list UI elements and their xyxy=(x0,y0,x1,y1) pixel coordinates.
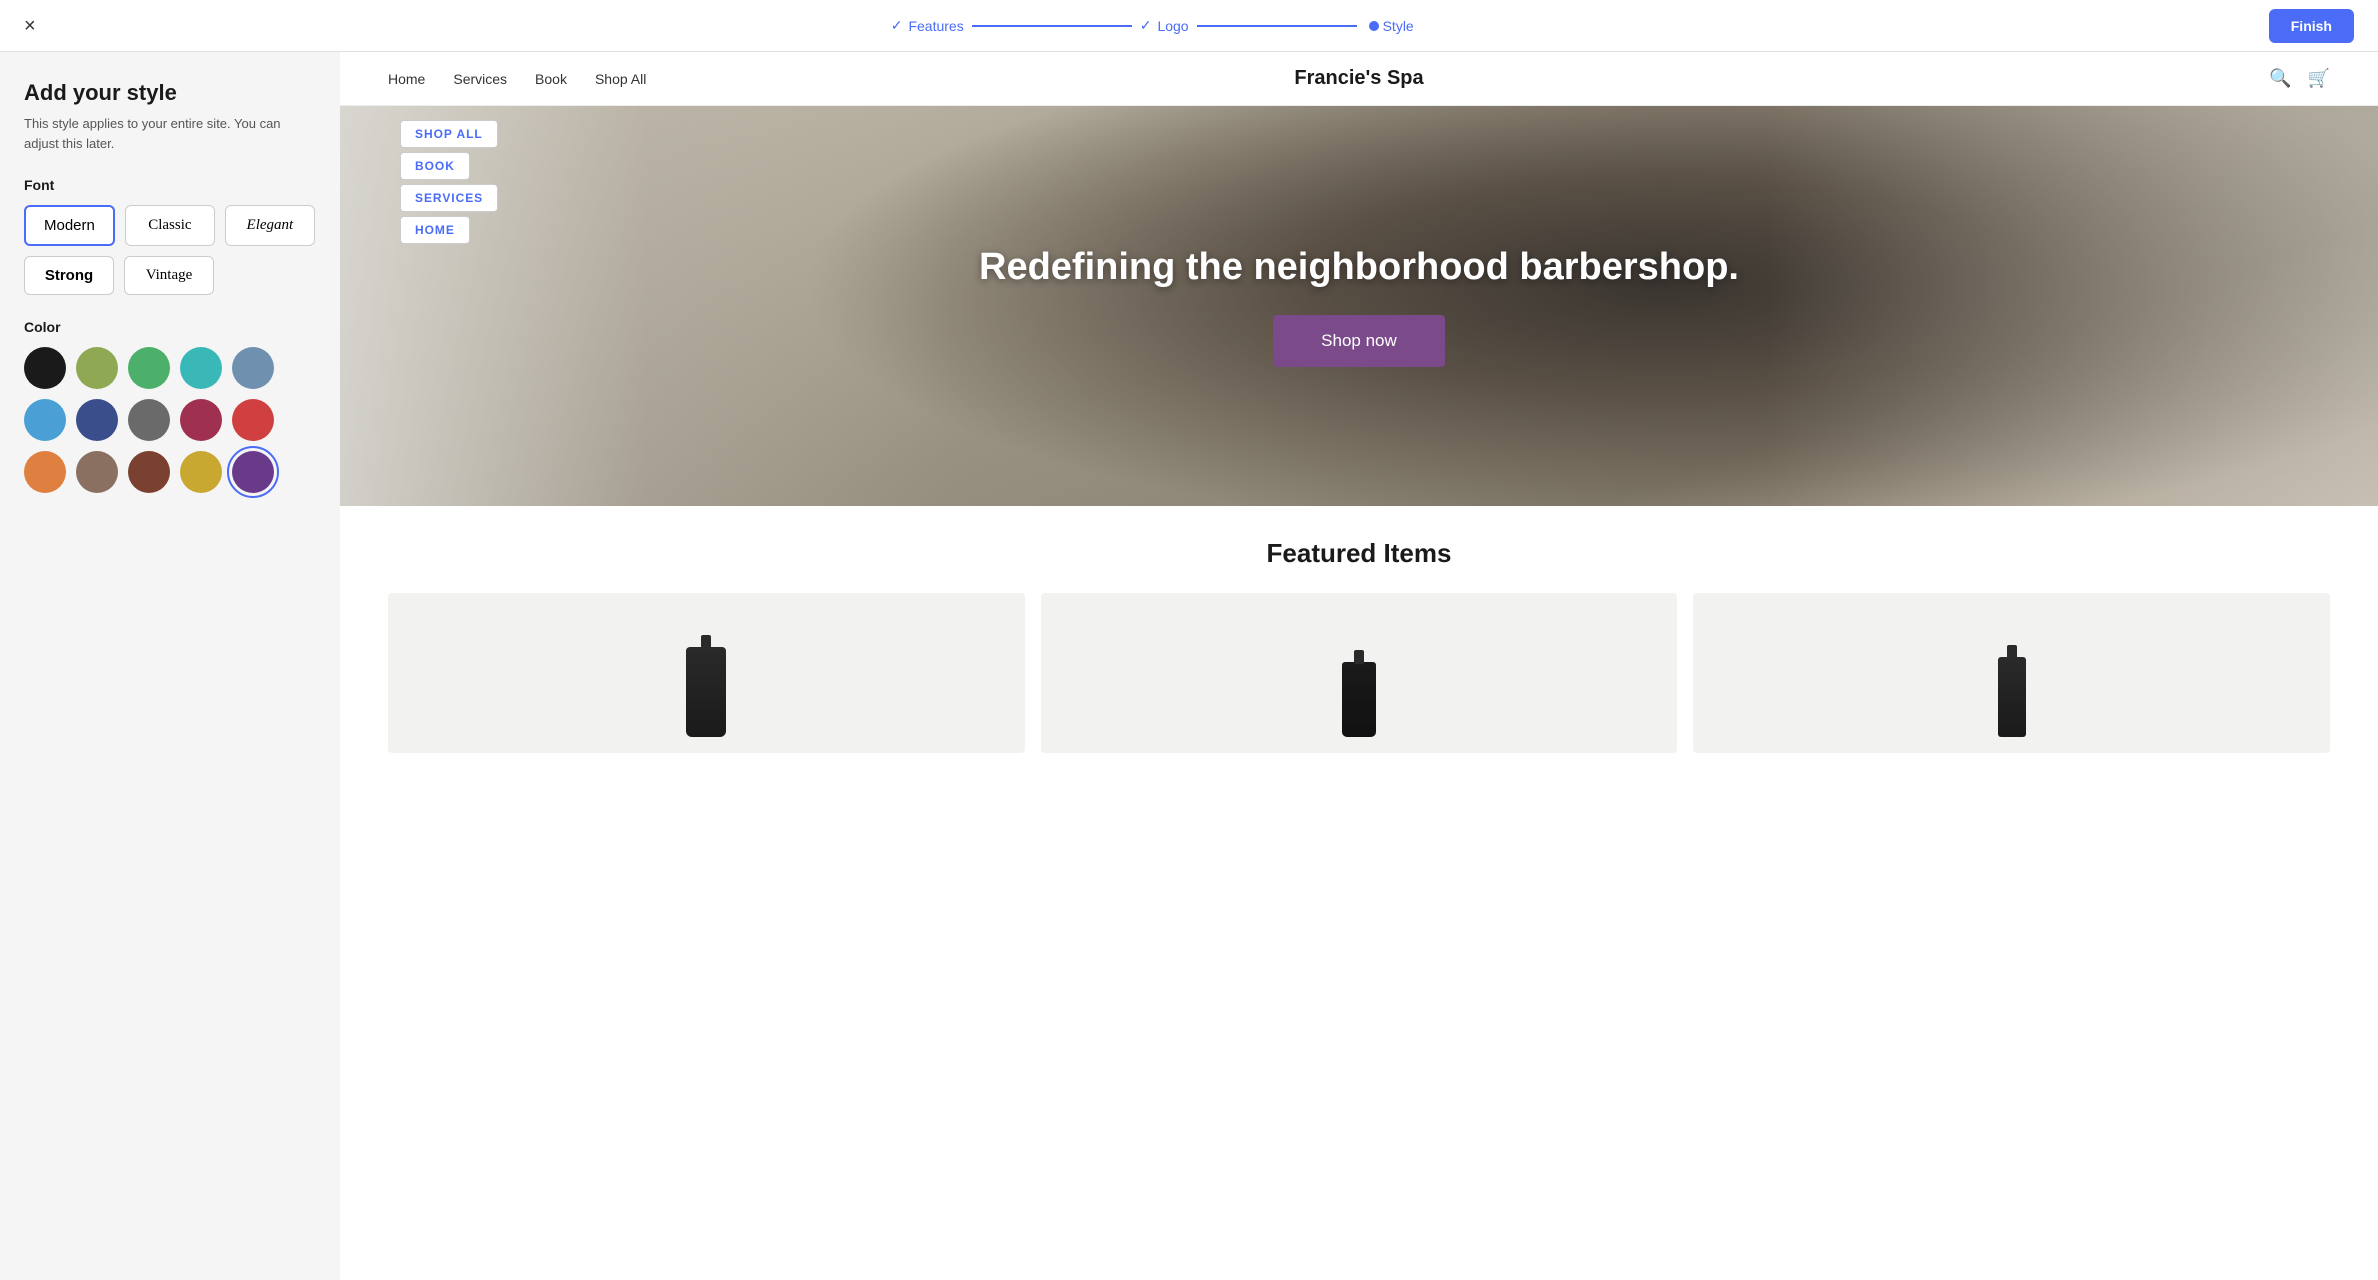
close-button[interactable]: × xyxy=(24,16,36,36)
color-swatch-orange[interactable] xyxy=(24,451,66,493)
font-btn-classic[interactable]: Classic xyxy=(125,205,215,246)
color-swatch-brown[interactable] xyxy=(128,451,170,493)
site-logo: Francie's Spa xyxy=(1294,67,1423,90)
font-btn-modern[interactable]: Modern xyxy=(24,205,115,246)
site-nav: Home Services Book Shop All Francie's Sp… xyxy=(340,52,2378,106)
featured-title: Featured Items xyxy=(388,538,2330,569)
hero-content: Redefining the neighborhood barbershop. … xyxy=(979,245,1739,367)
panel-title: Add your style xyxy=(24,80,316,106)
step-style-label: Style xyxy=(1383,18,1414,34)
color-swatch-teal[interactable] xyxy=(180,347,222,389)
step-style-dot xyxy=(1369,21,1379,31)
progress-line-2 xyxy=(1197,25,1357,27)
nav-dropdown-book[interactable]: BOOK xyxy=(400,152,470,180)
product-card-2[interactable] xyxy=(1041,593,1678,753)
step-features-label: Features xyxy=(908,18,963,34)
color-swatch-red[interactable] xyxy=(232,399,274,441)
nav-link-book[interactable]: Book xyxy=(535,71,567,87)
color-section-label: Color xyxy=(24,319,316,335)
product-card-3[interactable] xyxy=(1693,593,2330,753)
color-grid xyxy=(24,347,316,493)
site-nav-icons: 🔍 🛒 xyxy=(2269,68,2330,89)
nav-link-shop-all[interactable]: Shop All xyxy=(595,71,646,87)
check-logo-icon: ✓ xyxy=(1140,17,1152,34)
cart-icon[interactable]: 🛒 xyxy=(2308,68,2330,89)
font-grid: Modern Classic Elegant Strong Vintage xyxy=(24,205,316,295)
finish-button[interactable]: Finish xyxy=(2269,9,2354,43)
progress-line-1 xyxy=(972,25,1132,27)
step-logo: ✓ Logo xyxy=(1140,17,1189,34)
color-swatch-blue-gray[interactable] xyxy=(232,347,274,389)
color-swatch-olive-green[interactable] xyxy=(76,347,118,389)
color-swatch-purple[interactable] xyxy=(232,451,274,493)
color-swatch-navy[interactable] xyxy=(76,399,118,441)
panel-description: This style applies to your entire site. … xyxy=(24,114,316,153)
product-card-1[interactable] xyxy=(388,593,1025,753)
search-icon[interactable]: 🔍 xyxy=(2269,68,2291,89)
nav-link-home[interactable]: Home xyxy=(388,71,425,87)
font-btn-strong[interactable]: Strong xyxy=(24,256,114,295)
font-btn-vintage[interactable]: Vintage xyxy=(124,256,214,295)
step-logo-label: Logo xyxy=(1157,18,1188,34)
color-swatch-gold[interactable] xyxy=(180,451,222,493)
font-btn-elegant[interactable]: Elegant xyxy=(225,205,315,246)
nav-dropdown-home[interactable]: HOME xyxy=(400,216,470,244)
color-swatch-taupe[interactable] xyxy=(76,451,118,493)
right-preview: SHOP ALL BOOK SERVICES HOME Home Service… xyxy=(340,52,2378,1280)
progress-bar: ✓ Features ✓ Logo Style xyxy=(891,17,1414,34)
product-bottle-2 xyxy=(1342,662,1376,737)
left-panel: Add your style This style applies to you… xyxy=(0,52,340,1280)
site-nav-links: Home Services Book Shop All xyxy=(388,71,646,87)
check-features-icon: ✓ xyxy=(891,17,903,34)
product-bottle-1 xyxy=(686,647,726,737)
shop-now-button[interactable]: Shop now xyxy=(1273,315,1445,367)
color-swatch-dark-red[interactable] xyxy=(180,399,222,441)
nav-dropdowns: SHOP ALL BOOK SERVICES HOME xyxy=(400,120,498,244)
product-bottle-3 xyxy=(1998,657,2026,737)
color-swatch-black[interactable] xyxy=(24,347,66,389)
font-section-label: Font xyxy=(24,177,316,193)
hero-title: Redefining the neighborhood barbershop. xyxy=(979,245,1739,291)
top-bar: × ✓ Features ✓ Logo Style Finish xyxy=(0,0,2378,52)
hero-section: Redefining the neighborhood barbershop. … xyxy=(340,106,2378,506)
color-swatch-gray[interactable] xyxy=(128,399,170,441)
step-features: ✓ Features xyxy=(891,17,964,34)
color-swatch-green[interactable] xyxy=(128,347,170,389)
nav-dropdown-services[interactable]: SERVICES xyxy=(400,184,498,212)
featured-grid xyxy=(388,593,2330,753)
nav-link-services[interactable]: Services xyxy=(453,71,507,87)
nav-dropdown-shop-all[interactable]: SHOP ALL xyxy=(400,120,498,148)
color-swatch-light-blue[interactable] xyxy=(24,399,66,441)
step-style: Style xyxy=(1383,18,1414,34)
featured-section: Featured Items xyxy=(340,506,2378,785)
main-layout: Add your style This style applies to you… xyxy=(0,52,2378,1280)
